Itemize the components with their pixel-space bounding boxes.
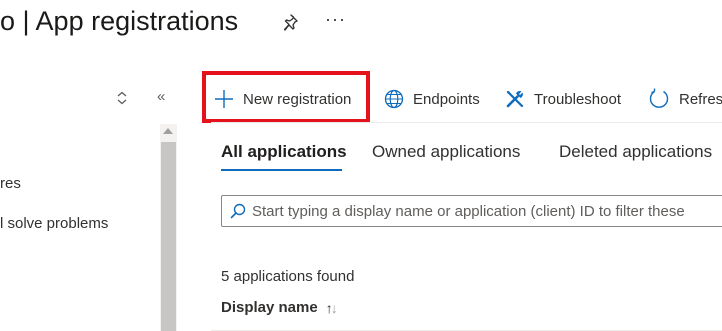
refresh-button[interactable]: Refres (648, 84, 722, 114)
tab-all-applications[interactable]: All applications (221, 142, 347, 162)
troubleshoot-button[interactable]: Troubleshoot (505, 84, 621, 114)
filter-search-box[interactable] (221, 195, 722, 227)
tab-owned-applications[interactable]: Owned applications (372, 142, 520, 162)
sort-ascending-icon[interactable]: ↑↓ (326, 300, 338, 316)
column-header-label: Display name (221, 299, 318, 316)
page-header: o | App registrations ··· (0, 0, 722, 50)
pin-icon[interactable] (283, 13, 302, 33)
collapse-menu-icon[interactable]: « (157, 88, 165, 105)
troubleshoot-label: Troubleshoot (534, 90, 621, 108)
new-registration-label: New registration (243, 90, 352, 108)
refresh-label: Refres (679, 90, 722, 108)
sidebar-item-troubleshooting[interactable]: l solve problems (0, 215, 108, 232)
scrollbar-thumb[interactable] (161, 142, 176, 331)
active-tab-indicator (221, 169, 342, 171)
tab-deleted-applications[interactable]: Deleted applications (559, 142, 712, 162)
column-header-display-name[interactable]: Display name ↑↓ (221, 299, 338, 316)
results-count: 5 applications found (221, 268, 355, 285)
command-bar-divider (211, 122, 722, 123)
endpoints-label: Endpoints (413, 90, 480, 108)
endpoints-button[interactable]: Endpoints (384, 84, 480, 114)
chevron-updown-icon[interactable] (116, 90, 128, 106)
app-registrations-page: o | App registrations ··· « res l solve … (0, 0, 722, 331)
search-input[interactable] (252, 202, 722, 220)
plus-icon (215, 90, 233, 108)
refresh-icon (649, 88, 669, 108)
page-title: o | App registrations (0, 6, 239, 36)
search-icon (230, 203, 246, 219)
wrench-screwdriver-icon (506, 90, 524, 108)
sidebar-item-features[interactable]: res (0, 175, 21, 192)
sidebar-scrollbar[interactable] (160, 124, 177, 331)
globe-icon (384, 89, 404, 109)
new-registration-button[interactable]: New registration (214, 84, 351, 114)
more-options-icon[interactable]: ··· (325, 9, 346, 30)
scroll-up-arrow-icon[interactable] (163, 128, 173, 134)
